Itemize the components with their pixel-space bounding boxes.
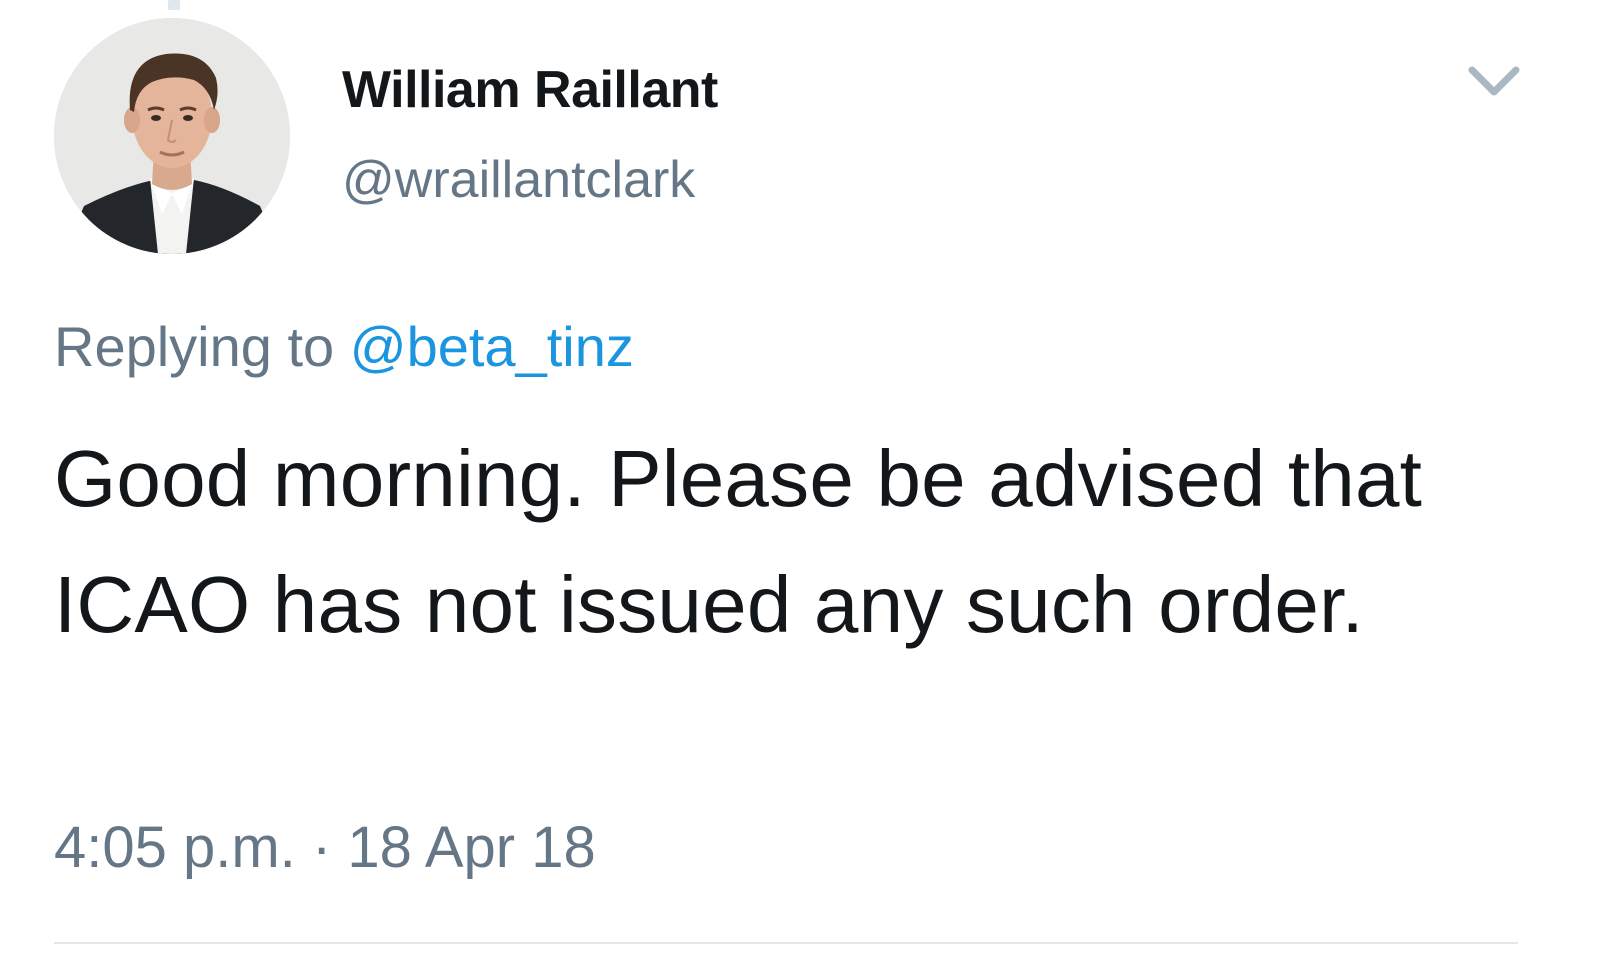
tweet-card: William Raillant @wraillantclark Replyin… bbox=[0, 0, 1600, 973]
reply-to-handle-link[interactable]: @beta_tinz bbox=[350, 315, 634, 378]
tweet-text: Good morning. Please be advised that ICA… bbox=[54, 434, 1423, 649]
more-options-button[interactable] bbox=[1462, 56, 1526, 106]
tweet-date: 18 Apr 18 bbox=[347, 815, 596, 880]
chevron-down-icon bbox=[1468, 66, 1520, 96]
tweet-timestamp[interactable]: 4:05 p.m. · 18 Apr 18 bbox=[54, 814, 596, 881]
reply-prefix: Replying to bbox=[54, 315, 335, 378]
avatar[interactable] bbox=[54, 18, 290, 254]
meta-separator: · bbox=[311, 815, 332, 880]
profile-photo-icon bbox=[54, 18, 290, 254]
divider bbox=[54, 942, 1518, 944]
author-display-name[interactable]: William Raillant bbox=[342, 60, 718, 120]
tweet-time: 4:05 p.m. bbox=[54, 815, 296, 880]
author-handle[interactable]: @wraillantclark bbox=[342, 150, 695, 210]
reply-context: Replying to @beta_tinz bbox=[54, 314, 634, 379]
